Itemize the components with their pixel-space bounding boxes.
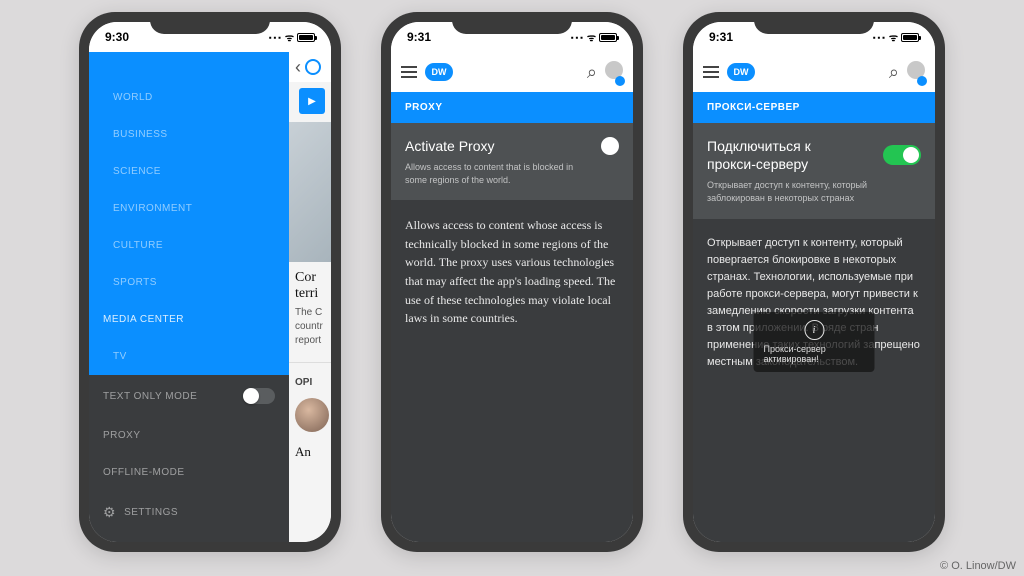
- dw-logo[interactable]: DW: [727, 63, 755, 81]
- image-credit: © O. Linow/DW: [940, 560, 1016, 572]
- article-preview: ▶ Corterri The C countr report OPI An: [289, 52, 331, 542]
- cellular-icon: [872, 29, 886, 46]
- card-title: Подключиться к прокси-серверу: [707, 137, 857, 173]
- notch: [150, 12, 270, 34]
- article-headline: Corterri: [289, 262, 331, 306]
- menu-business[interactable]: BUSINESS: [89, 116, 289, 153]
- menu-science[interactable]: SCIENCE: [89, 153, 289, 190]
- settings-label: SETTINGS: [124, 507, 178, 518]
- clock: 9:30: [105, 30, 129, 44]
- wifi-icon: [285, 30, 294, 44]
- menu-media-center[interactable]: MEDIA CENTER: [89, 301, 289, 338]
- proxy-card: Activate Proxy Allows access to content …: [391, 123, 633, 200]
- toast-text: Прокси-сервер активирован!: [764, 344, 865, 364]
- profile-icon[interactable]: [907, 61, 925, 84]
- tab-row: OPI: [289, 362, 331, 394]
- phone-mockup-1: 9:30 ▶ Corterri The C countr report OPI: [79, 12, 341, 552]
- article-2-headline: An: [289, 436, 331, 464]
- phone-mockup-2: 9:31 DW PROXY Activate Proxy: [381, 12, 643, 552]
- app-header: DW: [391, 52, 633, 92]
- battery-icon: [297, 33, 315, 42]
- back-icon[interactable]: [295, 57, 301, 78]
- description-text: Открывает доступ к контенту, который пов…: [693, 219, 935, 542]
- hamburger-icon[interactable]: [703, 66, 719, 78]
- menu-proxy[interactable]: PROXY: [89, 417, 289, 454]
- proxy-card: Подключиться к прокси-серверу Открывает …: [693, 123, 935, 219]
- menu-tv[interactable]: TV: [89, 338, 289, 375]
- author-avatar: [295, 398, 329, 432]
- search-icon[interactable]: [889, 62, 899, 83]
- menu-settings[interactable]: SETTINGS: [89, 491, 289, 534]
- status-icons: [570, 29, 617, 46]
- menu-offline[interactable]: OFFLINE-MODE: [89, 454, 289, 491]
- menu-culture[interactable]: CULTURE: [89, 227, 289, 264]
- info-icon: i: [804, 320, 824, 340]
- gear-icon: [103, 504, 116, 521]
- cellular-icon: [268, 29, 282, 46]
- menu-world[interactable]: WORLD: [89, 79, 289, 116]
- battery-icon: [901, 33, 919, 42]
- dw-logo[interactable]: DW: [425, 63, 453, 81]
- card-subtitle: Открывает доступ к контенту, который заб…: [707, 179, 887, 204]
- cellular-icon: [570, 29, 584, 46]
- clock: 9:31: [709, 30, 733, 44]
- search-icon[interactable]: [587, 62, 597, 83]
- toast-notification: i Прокси-сервер активирован!: [754, 312, 875, 372]
- menu-sports[interactable]: SPORTS: [89, 264, 289, 301]
- notch: [452, 12, 572, 34]
- wifi-icon: [587, 30, 596, 44]
- notch: [754, 12, 874, 34]
- app-header: DW: [693, 52, 935, 92]
- description-text: Allows access to content whose access is…: [391, 200, 633, 542]
- side-menu: WORLD BUSINESS SCIENCE ENVIRONMENT CULTU…: [89, 52, 289, 542]
- play-button[interactable]: ▶: [299, 88, 325, 114]
- status-icons: [872, 29, 919, 46]
- hamburger-icon[interactable]: [401, 66, 417, 78]
- card-title: Activate Proxy: [405, 138, 494, 154]
- article-image: [289, 122, 331, 262]
- profile-icon[interactable]: [605, 61, 623, 84]
- section-header: PROXY: [391, 92, 633, 123]
- battery-icon: [599, 33, 617, 42]
- text-only-label: TEXT ONLY MODE: [103, 391, 197, 402]
- menu-environment[interactable]: ENVIRONMENT: [89, 190, 289, 227]
- section-header: ПРОКСИ-СЕРВЕР: [693, 92, 935, 123]
- menu-text-only[interactable]: TEXT ONLY MODE: [89, 375, 289, 417]
- phone-mockup-3: 9:31 DW ПРОКСИ-СЕРВЕР Подключить: [683, 12, 945, 552]
- proxy-toggle-on[interactable]: [883, 145, 921, 165]
- status-icons: [268, 29, 315, 46]
- card-subtitle: Allows access to content that is blocked…: [405, 161, 585, 186]
- clock: 9:31: [407, 30, 431, 44]
- logo-circle: [305, 59, 321, 75]
- wifi-icon: [889, 30, 898, 44]
- article-body: The C countr report: [289, 306, 331, 348]
- toggle-text-only[interactable]: [243, 388, 275, 404]
- proxy-toggle-off[interactable]: [601, 137, 619, 155]
